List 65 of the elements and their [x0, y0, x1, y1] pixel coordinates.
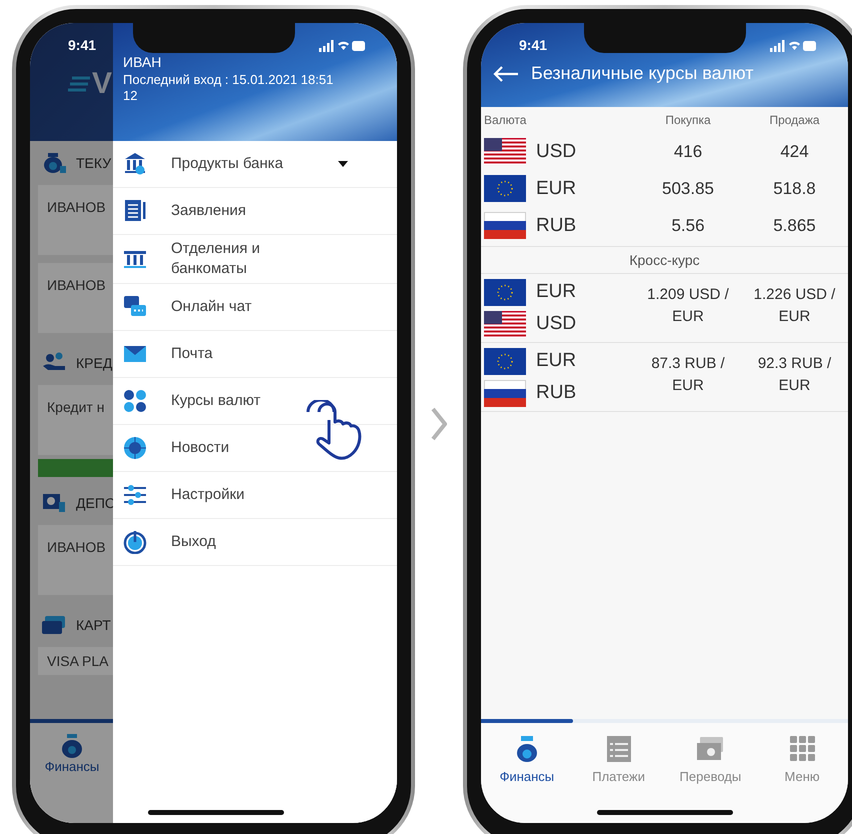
buy-rate: 1.209 USD / EUR [646, 285, 730, 327]
credit-card-icon [42, 614, 66, 636]
menu-item[interactable]: Почта [113, 331, 397, 378]
menu-item[interactable]: Онлайн чат [113, 284, 397, 331]
sell-rate: 424 [779, 142, 810, 162]
section-title: КАРТ [76, 617, 111, 633]
eu-flag-icon [484, 175, 526, 202]
logo-text: V [92, 67, 112, 101]
menu-item[interactable]: Выход [113, 519, 397, 566]
currency-code: RUB [536, 214, 576, 236]
grid-icon [787, 735, 818, 763]
cash-cards-icon [695, 735, 726, 763]
back-arrow-icon[interactable] [493, 66, 519, 82]
eu-flag-icon [484, 278, 526, 306]
russia-flag-icon [484, 380, 526, 406]
chat-icon [123, 295, 147, 319]
us-flag-icon [484, 310, 526, 338]
money-bag-icon [59, 733, 85, 759]
logo-lines-icon [68, 76, 90, 92]
buy-rate: 503.85 [661, 178, 715, 198]
currency-code: USD [536, 313, 576, 335]
screen-title: Безналичные курсы валют [531, 63, 754, 84]
column-header: Валюта [483, 113, 528, 127]
sell-rate: 5.865 [772, 216, 817, 236]
bank-icon [123, 152, 147, 176]
power-icon [123, 530, 147, 554]
buy-rate: 416 [672, 142, 704, 162]
buy-rate: 5.56 [670, 216, 706, 236]
sell-rate: 1.226 USD / EUR [752, 285, 836, 327]
chevron-right-icon [431, 407, 447, 441]
menu-item[interactable]: Курсы валют [113, 378, 397, 425]
section-title: КРЕД [76, 355, 112, 371]
column-header: Покупка [664, 113, 712, 127]
money-bag-icon [42, 152, 66, 174]
eu-flag-icon [484, 348, 526, 374]
currency-code: EUR [536, 281, 576, 303]
column-header: Продажа [768, 113, 821, 127]
menu-item[interactable]: Заявления [113, 188, 397, 235]
currency-code: USD [536, 140, 576, 162]
buy-rate: 87.3 RUB / EUR [650, 354, 726, 396]
document-list-icon [123, 199, 147, 223]
status-time: 9:41 [68, 37, 96, 53]
menu-item[interactable]: Новости [113, 425, 397, 472]
tab-bar-item[interactable]: Финансы [481, 735, 573, 789]
currency-code: RUB [536, 382, 576, 404]
menu-item[interactable]: Отделения и банкоматы [113, 235, 397, 284]
status-time: 9:41 [519, 37, 548, 53]
safe-icon [42, 492, 66, 514]
menu-item[interactable]: Продукты банка [113, 141, 397, 188]
currency-code: EUR [536, 350, 576, 372]
russia-flag-icon [484, 212, 526, 239]
status-icons [319, 40, 367, 52]
last-login-text: Последний вход : 15.01.2021 18:51 12 [123, 72, 334, 104]
status-icons [770, 40, 818, 52]
sell-rate: 92.3 RUB / EUR [756, 354, 832, 396]
currency-coins-icon [123, 389, 147, 413]
sell-rate: 518.8 [772, 178, 817, 198]
us-flag-icon [484, 138, 526, 165]
sliders-icon [123, 483, 147, 507]
currency-code: EUR [536, 178, 576, 200]
section-title: ТЕКУ [76, 155, 112, 171]
globe-icon [123, 436, 147, 460]
menu-item[interactable]: Настройки [113, 472, 397, 519]
user-name: ИВАН [123, 54, 162, 70]
cross-rate-heading: Кросс-курс [481, 246, 848, 274]
